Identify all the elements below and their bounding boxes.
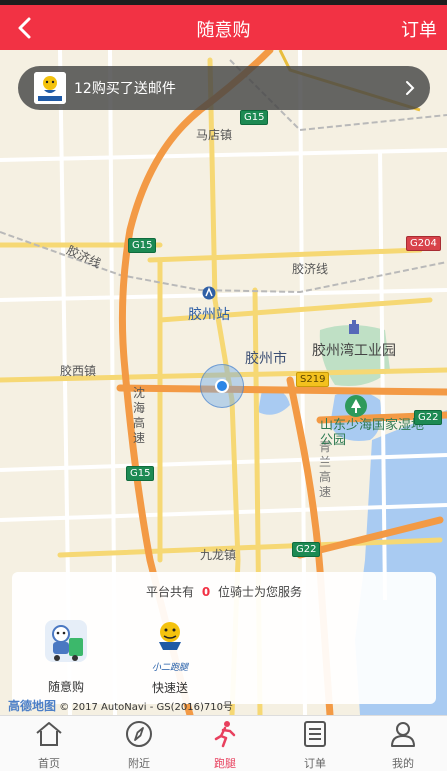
service-fast-delivery-label: 快速送 [151,681,188,695]
route-shield-g15-bottom: G15 [126,466,155,481]
route-shield-s219: S219 [296,372,330,387]
promo-banner-text: 12购买了送邮件 [74,81,176,97]
tab-bar: 首页 附近 跑腿 订单 我的 [0,715,447,771]
rider-info: 平台共有 0 位骑士为您服务 [12,583,436,600]
map-label-shenhai: 沈海高速 [132,386,145,445]
shopping-courier-icon [45,620,87,662]
service-logo-text: 小二跑腿 [151,663,188,673]
tab-profile[interactable]: 我的 [368,719,438,771]
home-icon [36,722,62,746]
map-label-station: 胶州站 [188,307,230,323]
tab-nearby[interactable]: 附近 [104,719,174,771]
map-label-city: 胶州市 [245,351,287,367]
current-location-icon [215,379,229,393]
service-card: 平台共有 0 位骑士为您服务 随意购 小二跑腿 快速送 [12,572,436,704]
service-fast-delivery[interactable]: 小二跑腿 快速送 [130,618,210,696]
app-header: 随意购 订单 [0,5,447,50]
route-shield-g15-top: G15 [240,110,269,125]
rider-info-prefix: 平台共有 [145,585,194,599]
park-tree-icon [345,395,367,417]
tab-home[interactable]: 首页 [14,719,84,771]
promo-banner[interactable]: 12购买了送邮件 [18,66,430,110]
industrial-park-icon [349,320,359,334]
rider-info-suffix: 位骑士为您服务 [218,585,303,599]
user-icon [391,722,415,747]
map-label-jiaoxi: 胶西镇 [60,364,97,378]
tab-home-label: 首页 [38,757,60,770]
xiaoer-logo-icon [34,72,66,104]
runner-icon [214,721,236,748]
route-shield-g22-bottom: G22 [292,542,321,557]
train-station-icon [202,286,216,300]
map-label-madian: 马店镇 [196,128,233,142]
tab-errand-label: 跑腿 [214,757,236,770]
tab-profile-label: 我的 [392,757,414,770]
route-shield-g22-right: G22 [414,410,443,425]
amap-brand: 高德地图 [8,699,57,713]
compass-icon [126,721,152,747]
tab-nearby-label: 附近 [128,757,150,770]
service-buy-anything[interactable]: 随意购 [26,618,106,695]
tab-orders-label: 订单 [304,757,326,770]
map-label-jiaoji-east: 胶济线 [292,262,329,276]
tab-orders[interactable]: 订单 [280,719,350,771]
service-buy-anything-label: 随意购 [47,680,84,694]
attribution-text: © 2017 AutoNavi - GS(2016)710号 [59,702,233,713]
orders-link[interactable]: 订单 [401,16,437,42]
map-label-qingsan: 青兰高速 [318,440,331,499]
tab-errand[interactable]: 跑腿 [190,719,260,771]
page-title: 随意购 [196,20,251,41]
route-shield-g204: G204 [406,236,441,251]
map-label-jiulong: 九龙镇 [200,548,237,562]
xiaoer-paotui-icon [159,622,181,650]
chevron-right-icon [406,81,415,95]
rider-count: 0 [201,585,211,599]
map-label-industrial: 胶州湾工业园 [312,343,396,359]
order-list-icon [304,721,326,747]
route-shield-g15-mid: G15 [128,238,157,253]
map-attribution: 高德地图 © 2017 AutoNavi - GS(2016)710号 [8,697,233,714]
